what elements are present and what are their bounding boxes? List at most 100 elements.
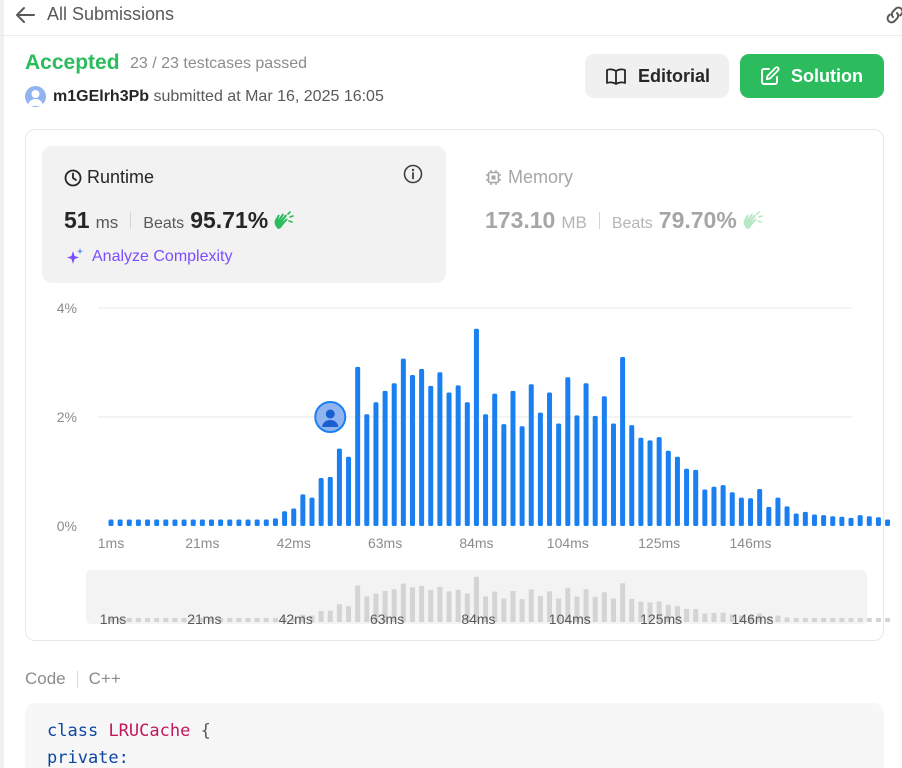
- chart-bar[interactable]: [547, 392, 553, 526]
- chart-bar[interactable]: [766, 506, 772, 526]
- chart-bar[interactable]: [693, 469, 699, 526]
- chart-bar[interactable]: [775, 497, 781, 526]
- chart-bar[interactable]: [601, 396, 607, 526]
- chart-bar[interactable]: [556, 423, 562, 526]
- chart-bar[interactable]: [501, 424, 507, 526]
- chart-bar[interactable]: [592, 415, 598, 526]
- y-tick-label: 4%: [57, 300, 77, 316]
- chart-bar[interactable]: [574, 415, 580, 526]
- chart-bar[interactable]: [647, 440, 653, 526]
- chart-bar[interactable]: [665, 450, 671, 526]
- chart-bar[interactable]: [866, 516, 872, 526]
- chart-bar[interactable]: [355, 366, 361, 526]
- chart-bar[interactable]: [583, 383, 589, 526]
- chart-bar[interactable]: [282, 511, 288, 526]
- chart-bar[interactable]: [748, 498, 754, 526]
- chart-bar[interactable]: [519, 426, 525, 526]
- chart-bar[interactable]: [821, 515, 827, 526]
- chart-bar[interactable]: [145, 519, 151, 526]
- chart-bar[interactable]: [455, 385, 461, 526]
- chart-bar[interactable]: [409, 375, 415, 526]
- chart-bar[interactable]: [565, 377, 571, 526]
- chart-bar[interactable]: [537, 412, 543, 526]
- overview-bar: [272, 618, 278, 622]
- overview-x-tick-label: 104ms: [549, 611, 591, 627]
- chart-bar[interactable]: [227, 519, 233, 526]
- chart-bar[interactable]: [757, 488, 763, 526]
- chart-bar[interactable]: [391, 383, 397, 526]
- chart-bar[interactable]: [720, 485, 726, 526]
- chart-bar[interactable]: [684, 468, 690, 526]
- chart-bar[interactable]: [848, 517, 854, 526]
- chart-bar[interactable]: [674, 456, 680, 526]
- chart-bar[interactable]: [446, 392, 452, 526]
- chart-bar[interactable]: [702, 489, 708, 526]
- chart-bar[interactable]: [135, 519, 141, 526]
- chart-bar[interactable]: [272, 518, 278, 526]
- chart-bar[interactable]: [117, 519, 123, 526]
- chart-bar[interactable]: [291, 508, 297, 526]
- overview-bar: [702, 613, 708, 622]
- chart-bar[interactable]: [610, 423, 616, 526]
- chart-bar[interactable]: [218, 519, 224, 526]
- overview-bar: [318, 611, 324, 622]
- chart-bar[interactable]: [483, 414, 489, 526]
- chart-bar[interactable]: [154, 519, 160, 526]
- chart-bar[interactable]: [464, 402, 470, 526]
- overview-bar: [711, 613, 717, 622]
- chart-bar[interactable]: [309, 497, 315, 526]
- chart-bar[interactable]: [875, 517, 881, 526]
- chart-bar[interactable]: [382, 390, 388, 526]
- chart-bar[interactable]: [857, 515, 863, 526]
- runtime-distribution-chart[interactable]: 0% 2% 4% 1ms 21ms 42ms 63ms 84ms 104ms 125ms 146ms…: [0, 0, 902, 768]
- chart-bar[interactable]: [181, 519, 187, 526]
- chart-bar[interactable]: [711, 486, 717, 526]
- chart-bar[interactable]: [190, 519, 196, 526]
- chart-bar[interactable]: [208, 519, 214, 526]
- chart-bar[interactable]: [885, 519, 891, 526]
- chart-bar[interactable]: [629, 425, 635, 526]
- chart-bar[interactable]: [638, 437, 644, 526]
- chart-bar[interactable]: [793, 513, 799, 526]
- chart-bar[interactable]: [373, 402, 379, 526]
- overview-bar: [364, 596, 370, 622]
- chart-bar[interactable]: [656, 437, 662, 526]
- chart-bar[interactable]: [318, 478, 324, 526]
- chart-bar[interactable]: [245, 519, 251, 526]
- chart-bar[interactable]: [839, 516, 845, 526]
- chart-bar[interactable]: [126, 519, 132, 526]
- chart-bar[interactable]: [419, 369, 425, 526]
- chart-bar[interactable]: [263, 519, 269, 526]
- chart-bar[interactable]: [400, 358, 406, 526]
- chart-bar[interactable]: [729, 492, 735, 526]
- chart-bar[interactable]: [510, 390, 516, 526]
- chart-bar[interactable]: [437, 372, 443, 526]
- chart-bar[interactable]: [473, 328, 479, 526]
- chart-bar[interactable]: [163, 519, 169, 526]
- chart-bar[interactable]: [199, 519, 205, 526]
- chart-bar[interactable]: [346, 456, 352, 526]
- chart-bar[interactable]: [254, 519, 260, 526]
- code-class-name: LRUCache: [108, 721, 191, 741]
- chart-bar[interactable]: [364, 414, 370, 526]
- chart-bar[interactable]: [830, 516, 836, 526]
- overview-bar: [163, 618, 169, 622]
- chart-bar[interactable]: [492, 393, 498, 526]
- overview-bar: [254, 618, 260, 622]
- chart-bar[interactable]: [336, 448, 342, 526]
- chart-bar[interactable]: [802, 511, 808, 526]
- chart-bar[interactable]: [620, 357, 626, 526]
- chart-bar[interactable]: [236, 519, 242, 526]
- chart-bar[interactable]: [300, 494, 306, 526]
- overview-bar: [355, 585, 361, 622]
- chart-bar[interactable]: [428, 385, 434, 526]
- chart-bar[interactable]: [811, 514, 817, 526]
- chart-bar[interactable]: [738, 497, 744, 526]
- chart-bar[interactable]: [327, 476, 333, 526]
- chart-bar[interactable]: [784, 506, 790, 526]
- submission-marker-avatar-head: [325, 409, 335, 419]
- chart-bar[interactable]: [172, 519, 178, 526]
- chart-bar[interactable]: [108, 519, 114, 526]
- chart-bar[interactable]: [528, 384, 534, 526]
- overview-bar: [437, 586, 443, 622]
